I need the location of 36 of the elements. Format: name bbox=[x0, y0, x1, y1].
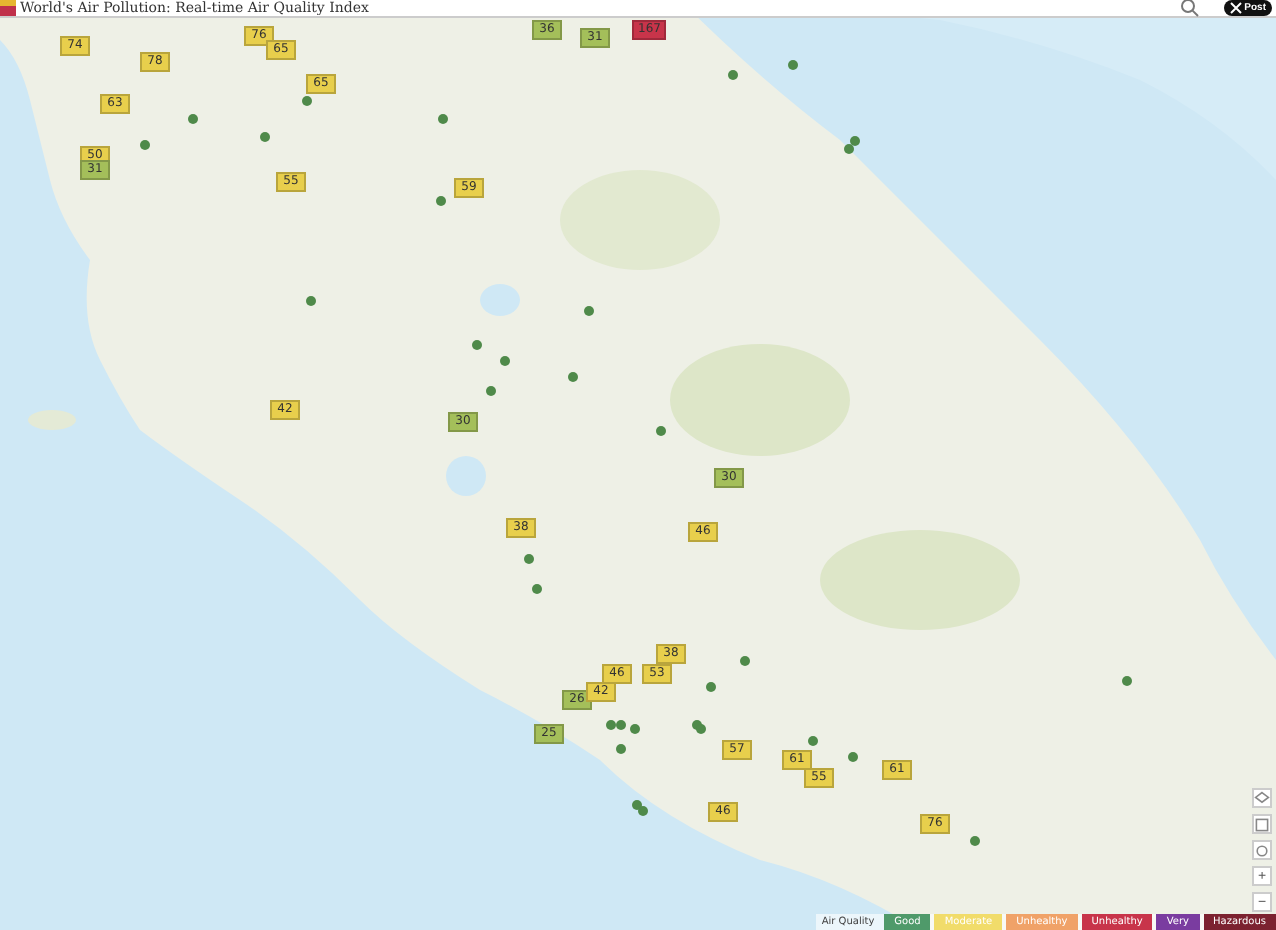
station-dot[interactable] bbox=[706, 682, 716, 692]
station-dot[interactable] bbox=[630, 724, 640, 734]
station-dot[interactable] bbox=[808, 736, 818, 746]
station-dot[interactable] bbox=[188, 114, 198, 124]
station-dot[interactable] bbox=[260, 132, 270, 142]
station-dot[interactable] bbox=[616, 744, 626, 754]
station-dot[interactable] bbox=[302, 96, 312, 106]
station-dot[interactable] bbox=[584, 306, 594, 316]
station-dot[interactable] bbox=[438, 114, 448, 124]
station-dot[interactable] bbox=[848, 752, 858, 762]
station-dot[interactable] bbox=[656, 426, 666, 436]
station-dot[interactable] bbox=[696, 724, 706, 734]
station-dot[interactable] bbox=[740, 656, 750, 666]
station-dot[interactable] bbox=[970, 836, 980, 846]
station-dot[interactable] bbox=[306, 296, 316, 306]
fullscreen-icon[interactable] bbox=[1252, 814, 1272, 834]
station-dot[interactable] bbox=[568, 372, 578, 382]
station-dot[interactable] bbox=[638, 806, 648, 816]
station-dot[interactable] bbox=[606, 720, 616, 730]
layers-icon[interactable] bbox=[1252, 788, 1272, 808]
station-dot[interactable] bbox=[524, 554, 534, 564]
locate-icon[interactable] bbox=[1252, 840, 1272, 860]
station-dot[interactable] bbox=[472, 340, 482, 350]
station-dot[interactable] bbox=[616, 720, 626, 730]
station-dot[interactable] bbox=[500, 356, 510, 366]
flag-icon bbox=[0, 0, 16, 16]
station-dot[interactable] bbox=[436, 196, 446, 206]
station-dot[interactable] bbox=[788, 60, 798, 70]
station-dot[interactable] bbox=[728, 70, 738, 80]
station-dot[interactable] bbox=[486, 386, 496, 396]
station-dot[interactable] bbox=[532, 584, 542, 594]
station-dot[interactable] bbox=[1122, 676, 1132, 686]
station-dot[interactable] bbox=[844, 144, 854, 154]
search-icon[interactable] bbox=[1180, 0, 1201, 18]
station-dot[interactable] bbox=[140, 140, 150, 150]
station-dot[interactable] bbox=[850, 136, 860, 146]
